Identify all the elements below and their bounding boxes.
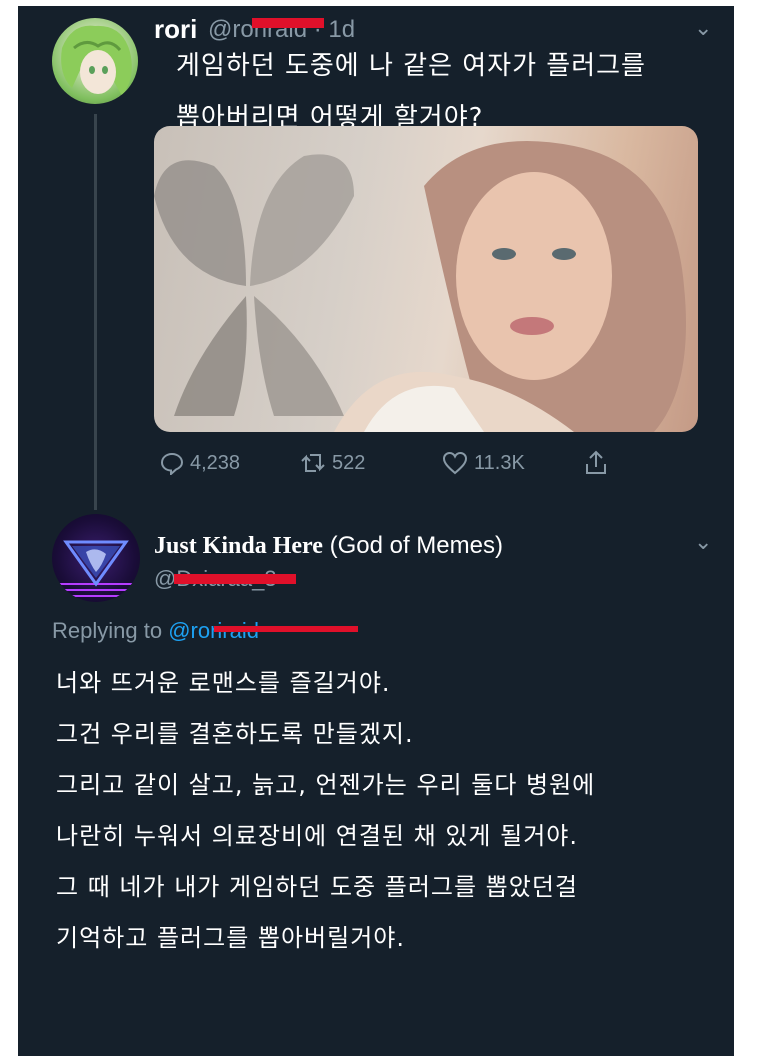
reply-text-line: 그건 우리를 결혼하도록 만들겠지.: [56, 720, 414, 748]
reply-button[interactable]: 4,238: [160, 448, 240, 478]
reply-text-line: 너와 뜨거운 로맨스를 즐길거야.: [56, 669, 391, 697]
share-button[interactable]: [584, 448, 614, 478]
tweet-thread: rori @roriraid · 1d ⌄ 게임하던 도중에 나 같은 여자가 …: [18, 6, 734, 1056]
chevron-down-icon[interactable]: ⌄: [694, 16, 712, 41]
reply-text-line: 기억하고 플러그를 뽑아버릴거야.: [56, 924, 406, 952]
reply-author-suffix: (God of Memes): [322, 532, 503, 559]
like-count: 11.3K: [474, 451, 525, 474]
reply-text-line: 나란히 누워서 의료장비에 연결된 채 있게 될거야.: [56, 822, 579, 850]
replying-prefix: Replying to: [52, 618, 169, 643]
reply-text-line: 그 때 네가 내가 게임하던 도중 플러그를 뽑았던걸: [56, 873, 579, 901]
reply-author-name[interactable]: Just Kinda Here (God of Memes): [154, 532, 503, 560]
retweet-button[interactable]: 522: [300, 448, 365, 478]
retweet-icon: [301, 454, 325, 472]
chevron-down-icon[interactable]: ⌄: [694, 530, 712, 555]
comment-icon: [160, 452, 184, 475]
retweet-count: 522: [332, 451, 366, 474]
redaction-bar: [174, 574, 296, 584]
reply-author-main: Just Kinda Here: [154, 533, 323, 559]
reply-count: 4,238: [190, 451, 241, 474]
tweet-photo[interactable]: [154, 126, 698, 432]
reply-text-line: 그리고 같이 살고, 늙고, 언젠가는 우리 둘다 병원에: [56, 771, 596, 799]
redaction-bar: [252, 18, 324, 28]
share-icon: [586, 450, 606, 474]
heart-icon: [442, 451, 468, 475]
reply-text: 너와 뜨거운 로맨스를 즐길거야. 그건 우리를 결혼하도록 만들겠지. 그리고…: [56, 658, 716, 964]
avatar-image: [52, 540, 140, 597]
redaction-bar: [214, 626, 358, 632]
avatar[interactable]: [52, 514, 140, 602]
photo-illustration: [154, 141, 686, 432]
tweet-text-line: 게임하던 도중에 나 같은 여자가 플러그를: [176, 51, 646, 81]
thread-line: [94, 114, 97, 510]
avatar-image: [61, 25, 132, 96]
avatar[interactable]: [52, 18, 138, 104]
like-button[interactable]: 11.3K: [442, 448, 525, 478]
